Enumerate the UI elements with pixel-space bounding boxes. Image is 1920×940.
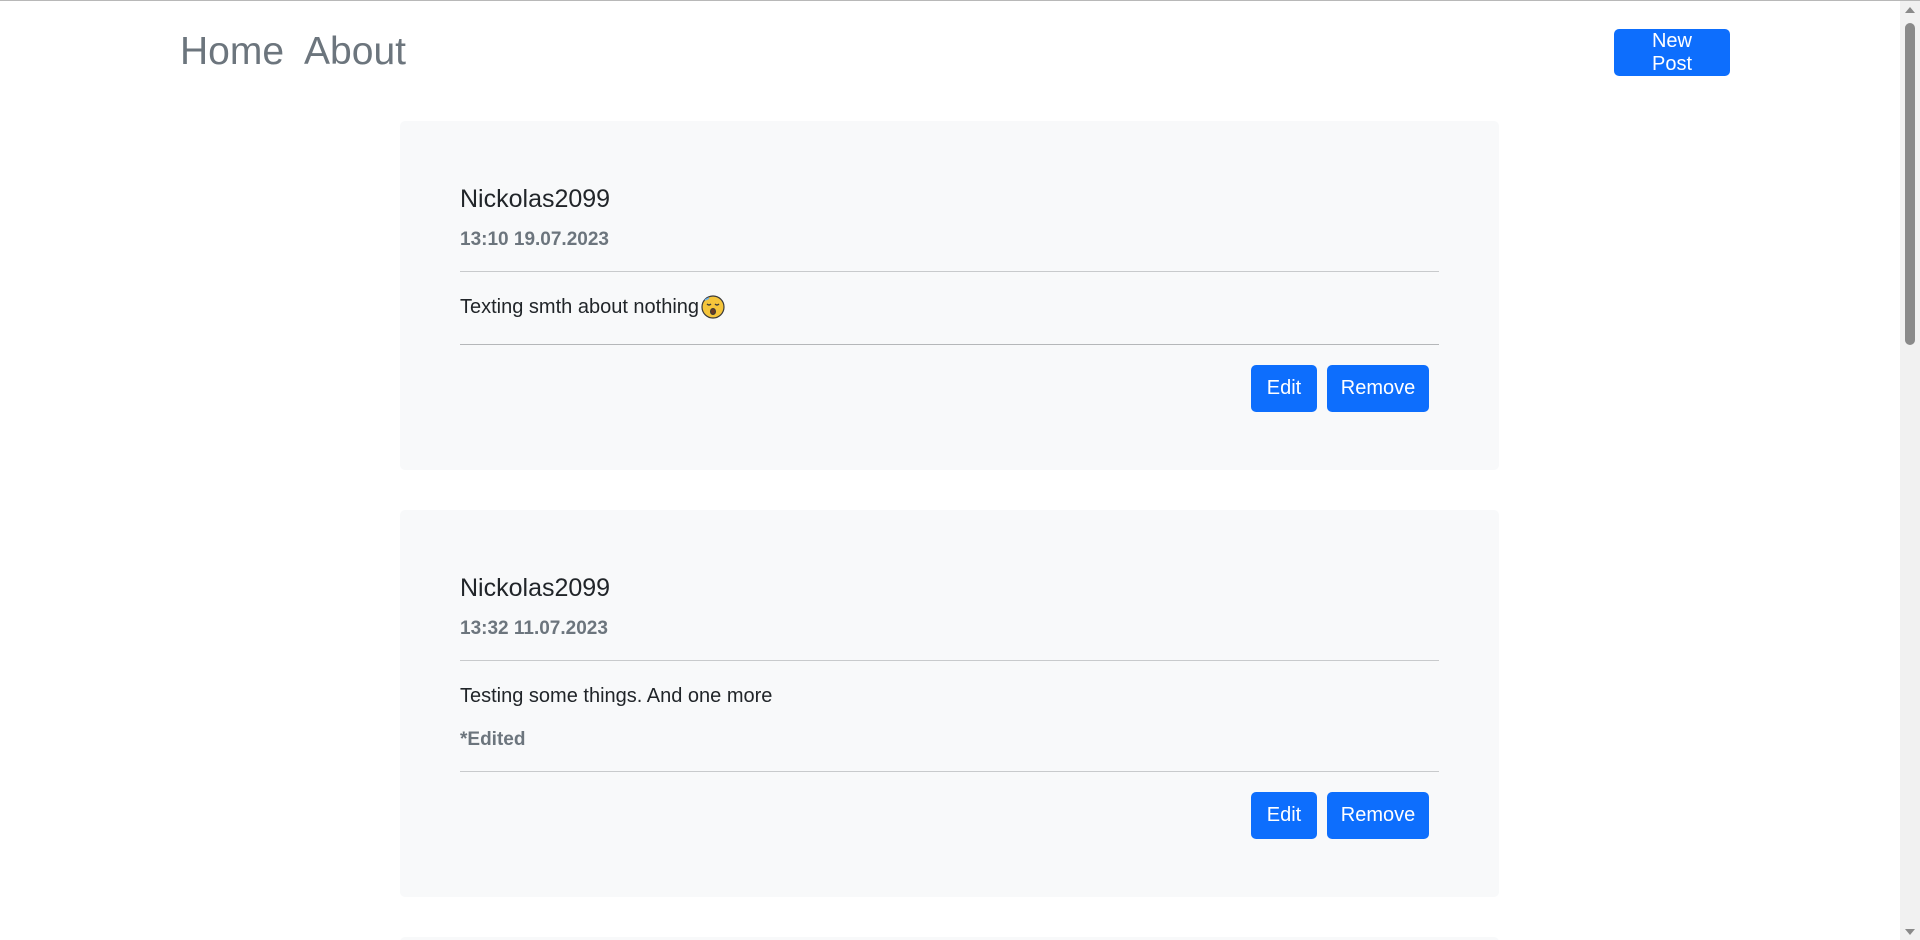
scroll-down-arrow-icon[interactable] [1905, 929, 1915, 935]
post-author: Nickolas2099 [460, 574, 611, 602]
post-body: Texting smth about nothing [460, 292, 1439, 322]
new-post-button[interactable]: New Post [1614, 29, 1730, 76]
edited-label: *Edited [460, 729, 526, 750]
divider [460, 344, 1439, 345]
edit-button[interactable]: Edit [1251, 792, 1317, 839]
remove-button[interactable]: Remove [1327, 365, 1429, 412]
posts-list: Nickolas2099 13:10 19.07.2023 Texting sm… [400, 121, 1499, 940]
nav-links: Home About [180, 27, 406, 77]
page: Home About New Post Nickolas2099 13:10 1… [0, 0, 1920, 940]
post-datetime: 13:32 11.07.2023 [460, 618, 608, 639]
nav-link-about[interactable]: About [304, 27, 406, 77]
post-datetime: 13:10 19.07.2023 [460, 229, 609, 250]
divider [460, 271, 1439, 272]
divider [460, 771, 1439, 772]
scrollbar-thumb[interactable] [1905, 23, 1915, 345]
post-body-text: Testing some things. And one more [460, 685, 773, 707]
scroll-up-arrow-icon[interactable] [1905, 7, 1915, 13]
remove-button[interactable]: Remove [1327, 792, 1429, 839]
edit-button[interactable]: Edit [1251, 365, 1317, 412]
post-body: Testing some things. And one more [460, 681, 1439, 711]
post-card: Nickolas2099 13:32 11.07.2023 Testing so… [400, 510, 1499, 897]
post-actions: Edit Remove [460, 792, 1439, 839]
post-card: Nickolas2099 13:10 19.07.2023 Texting sm… [400, 121, 1499, 470]
post-author: Nickolas2099 [460, 185, 611, 213]
vertical-scrollbar[interactable] [1900, 1, 1920, 940]
navbar: Home About New Post [0, 1, 1900, 105]
sleeping-face-icon [701, 295, 725, 319]
post-body-text: Texting smth about nothing [460, 296, 700, 318]
divider [460, 660, 1439, 661]
post-actions: Edit Remove [460, 365, 1439, 412]
nav-link-home[interactable]: Home [180, 27, 284, 77]
